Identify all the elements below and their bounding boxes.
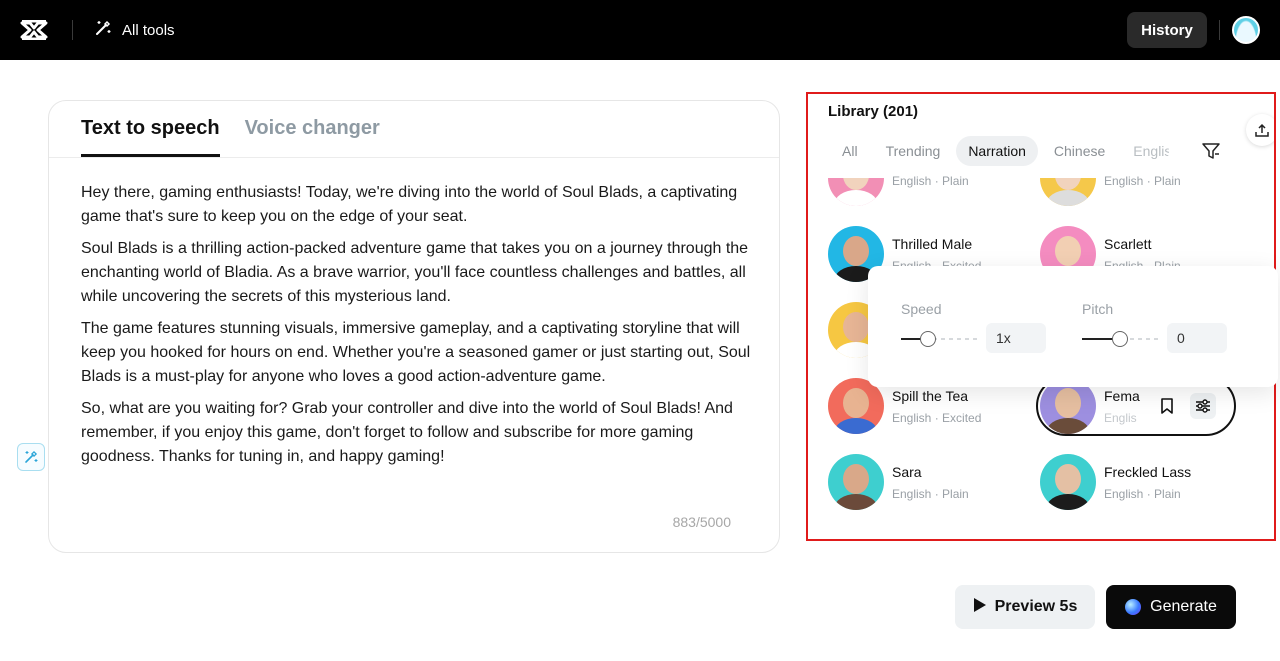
voice-avatar	[828, 178, 884, 206]
voice-name: Thrilled Male	[892, 235, 973, 252]
voice-card[interactable]: Freckled Lass English · Plain	[1040, 454, 1191, 510]
preview-button[interactable]: Preview 5s	[955, 585, 1095, 629]
voice-meta: English · Plain	[892, 173, 969, 188]
slider-thumb[interactable]	[1112, 331, 1128, 347]
tab-text-to-speech[interactable]: Text to speech	[81, 117, 220, 157]
voice-name: Scarlett	[1104, 235, 1152, 252]
paragraph: Hey there, gaming enthusiasts! Today, we…	[81, 184, 738, 225]
paragraph: The game features stunning visuals, imme…	[81, 320, 751, 385]
generate-orb-icon	[1125, 599, 1142, 615]
divider	[1219, 20, 1220, 40]
voice-name: Sara	[892, 463, 922, 480]
voice-settings-popover: Speed 1x Pitch 0	[868, 266, 1278, 387]
play-icon	[973, 597, 987, 618]
filter-funnel-icon[interactable]	[1201, 141, 1221, 166]
slider-thumb[interactable]	[919, 331, 936, 347]
preview-label: Preview 5s	[994, 598, 1078, 615]
capcut-logo-icon[interactable]	[20, 17, 48, 43]
pitch-label: Pitch	[1082, 301, 1114, 317]
speed-slider[interactable]	[901, 331, 977, 347]
voice-card[interactable]: Sara English · Plain	[828, 454, 969, 510]
speed-label: Speed	[901, 301, 942, 317]
magic-wand-icon	[94, 19, 112, 41]
voice-card[interactable]: English · Plain	[828, 150, 969, 206]
ai-write-icon[interactable]	[17, 443, 45, 471]
voice-avatar	[1040, 454, 1096, 510]
divider	[72, 20, 73, 40]
editor-card: Text to speech Voice changer Hey there, …	[48, 100, 780, 553]
character-counter: 883/5000	[672, 514, 731, 530]
voice-name: Freckled Lass	[1104, 463, 1192, 480]
voice-settings-icon[interactable]	[1190, 393, 1216, 419]
library-title: Library (201)	[828, 103, 919, 120]
speed-input[interactable]: 1x	[986, 323, 1046, 353]
user-avatar[interactable]	[1232, 16, 1260, 44]
voice-meta: English · Plain	[892, 486, 969, 501]
top-bar: All tools History	[0, 0, 1280, 60]
all-tools-button[interactable]: All tools	[94, 18, 175, 42]
voice-name: Spill the Tea	[892, 387, 969, 404]
tab-voice-changer[interactable]: Voice changer	[245, 117, 380, 157]
voice-avatar	[828, 454, 884, 510]
paragraph: So, what are you waiting for? Grab your …	[81, 400, 733, 465]
paragraph: Soul Blads is a thrilling action-packed …	[81, 240, 749, 305]
voice-meta: English · Plain	[1104, 486, 1181, 501]
divider	[49, 157, 779, 158]
voice-card[interactable]: English · Plain	[1040, 150, 1181, 206]
bookmark-icon[interactable]	[1154, 393, 1180, 419]
all-tools-label: All tools	[122, 21, 175, 39]
voice-avatar	[1040, 178, 1096, 206]
history-button[interactable]: History	[1127, 12, 1207, 48]
voice-meta: English · Plain	[1104, 173, 1181, 188]
generate-button[interactable]: Generate	[1106, 585, 1236, 629]
mode-tabs: Text to speech Voice changer	[81, 117, 380, 157]
generate-label: Generate	[1150, 598, 1217, 615]
pitch-slider[interactable]	[1082, 331, 1158, 347]
script-textarea[interactable]: Hey there, gaming enthusiasts! Today, we…	[81, 181, 761, 477]
pitch-input[interactable]: 0	[1167, 323, 1227, 353]
voice-meta: English · Excited	[892, 410, 982, 425]
upload-voice-icon[interactable]	[1246, 114, 1274, 146]
